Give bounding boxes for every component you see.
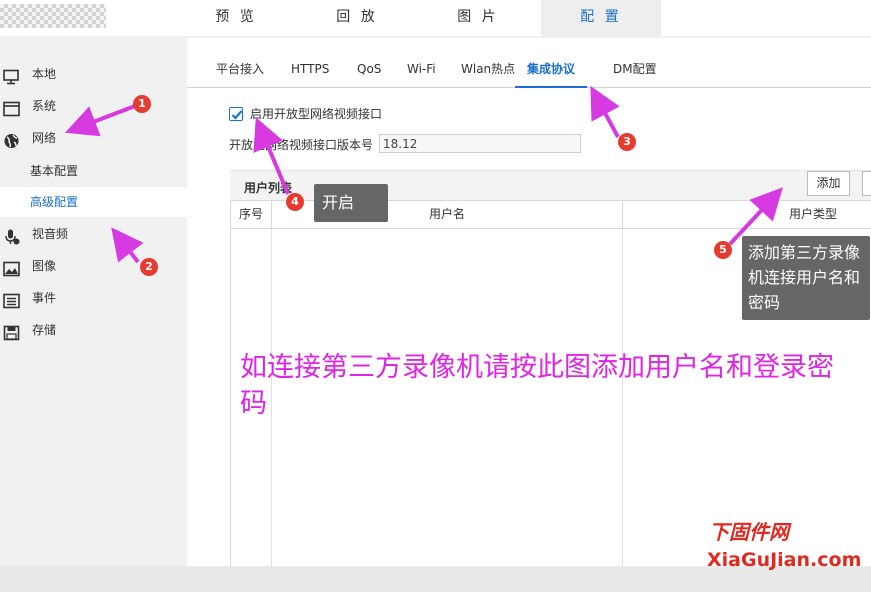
annotation-arrows [65,85,783,264]
annotation-badge-2: 2 [140,258,158,276]
instruction-overlay-text: 如连接第三方录像机请按此图添加用户名和登录密码 [240,352,834,419]
annotation-badge-4: 4 [286,193,304,211]
app-window: 预 览 回 放 图 片 配 置 本地 系统 网络 基本配置 高级配置 视音频 图… [0,0,871,592]
annotation-badge-1: 1 [133,95,151,113]
watermark-site-name: 下固件网 [709,520,789,544]
annotation-badge-3: 3 [618,133,636,151]
tooltip-add-user: 添加第三方录像机连接用户名和密码 [742,236,870,320]
watermark-site-domain: XiaGuJian.com [707,549,862,571]
tooltip-enable: 开启 [314,184,388,222]
annotation-badge-5: 5 [714,241,732,259]
